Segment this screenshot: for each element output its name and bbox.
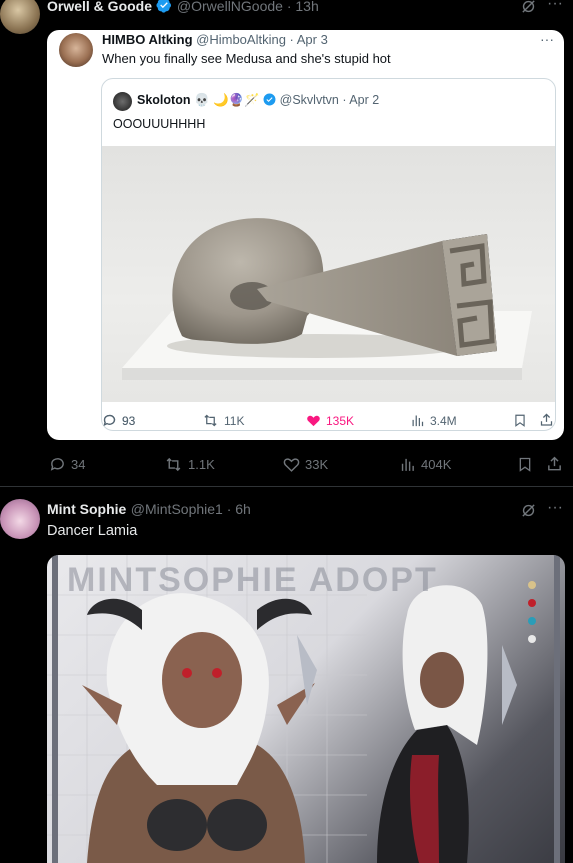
share-icon[interactable] <box>546 455 563 473</box>
avatar[interactable] <box>0 0 40 34</box>
like-button[interactable]: 135K <box>306 413 354 428</box>
handle-time[interactable]: @OrwellNGoode · 13h <box>177 0 319 14</box>
like-button[interactable]: 33K <box>283 456 328 473</box>
emoji-decor: 💀 🌙🔮🪄 <box>193 93 260 107</box>
author-name[interactable]: Orwell & Goode <box>47 0 152 14</box>
views-button[interactable]: 404K <box>399 456 451 473</box>
more-options-icon[interactable]: ··· <box>547 499 563 517</box>
bookmark-icon[interactable] <box>513 413 527 428</box>
avatar[interactable] <box>59 33 93 67</box>
artwork-image[interactable]: MINTSOPHIE ADOPT <box>47 555 565 863</box>
heart-filled-icon <box>307 415 320 427</box>
repost-icon <box>204 414 217 427</box>
tweet-text: OOOUUUHHHH <box>113 117 206 131</box>
verified-badge-icon <box>156 0 172 13</box>
views-count: 404K <box>421 457 452 472</box>
heart-icon <box>283 458 300 472</box>
verified-badge-icon <box>263 93 276 106</box>
like-count: 135K <box>326 413 355 428</box>
sculpture-photo[interactable] <box>102 146 555 402</box>
bookmark-icon[interactable] <box>517 456 533 473</box>
dancer-lamia-illustration: MINTSOPHIE ADOPT <box>47 555 560 863</box>
tweet-text: Dancer Lamia <box>47 523 138 539</box>
repost-button[interactable]: 1.1K <box>164 456 215 473</box>
grok-icon[interactable] <box>520 502 537 519</box>
reply-count: 34 <box>71 457 86 472</box>
repost-count: 1.1K <box>188 457 215 472</box>
handle-time[interactable]: @Skvlvtvn · Apr 2 <box>280 93 380 107</box>
share-icon[interactable] <box>539 412 554 428</box>
views-button[interactable]: 3.4M <box>410 413 457 428</box>
sculpture-illustration <box>122 218 532 380</box>
avatar[interactable] <box>0 499 40 539</box>
tweet-text: When you finally see Medusa and she's st… <box>102 51 391 66</box>
quoted-tweet-card[interactable]: HIMBO Altking @HimboAltking · Apr 3 ··· … <box>47 30 564 440</box>
avatar[interactable] <box>113 92 132 111</box>
views-count: 3.4M <box>430 413 457 428</box>
reply-icon <box>103 414 116 427</box>
author-name[interactable]: Mint Sophie <box>47 501 126 517</box>
repost-button[interactable]: 11K <box>202 413 244 428</box>
inner-quoted-card[interactable]: Skoloton 💀 🌙🔮🪄 @Skvlvtvn · Apr 2 OOOUUUH… <box>101 78 556 431</box>
author-name[interactable]: HIMBO Altking <box>102 32 193 47</box>
watermark-text: MINTSOPHIE ADOPT <box>67 561 438 599</box>
repost-icon <box>166 457 181 472</box>
views-icon <box>412 415 424 427</box>
grok-icon[interactable] <box>520 0 537 15</box>
reply-button[interactable]: 93 <box>102 413 135 428</box>
repost-count: 11K <box>224 413 245 428</box>
tweet-divider <box>0 486 573 487</box>
more-options-icon[interactable]: ··· <box>547 0 563 13</box>
like-count: 33K <box>305 457 329 472</box>
reply-icon <box>50 458 64 471</box>
more-options-icon[interactable]: ··· <box>540 31 554 47</box>
reply-button[interactable]: 34 <box>49 456 85 473</box>
reply-count: 93 <box>122 413 136 428</box>
author-name[interactable]: Skoloton <box>137 93 190 107</box>
handle-time[interactable]: @MintSophie1 · 6h <box>131 501 251 517</box>
views-icon <box>401 458 414 471</box>
handle-time[interactable]: @HimboAltking · Apr 3 <box>196 32 328 47</box>
